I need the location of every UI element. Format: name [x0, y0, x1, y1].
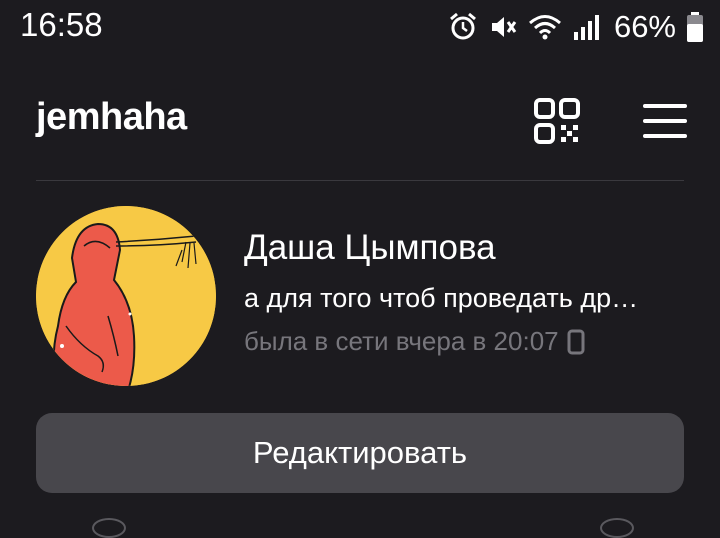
last-seen-text: была в сети вчера в 20:07	[244, 326, 559, 356]
phone-icon	[567, 329, 585, 354]
status-icons: 66%	[448, 8, 704, 46]
battery-percent: 66%	[613, 9, 676, 44]
avatar-illustration	[36, 206, 216, 386]
hamburger-menu-icon	[643, 104, 687, 138]
alarm-icon	[449, 12, 476, 40]
signal-icon	[573, 15, 599, 40]
battery-icon	[687, 12, 703, 42]
profile-name: Даша Цымпова	[244, 228, 496, 267]
profile-header: jemhaha	[0, 80, 720, 160]
qr-code-icon	[534, 98, 580, 144]
avatar[interactable]	[36, 206, 216, 386]
status-bar: 16:58 66%	[0, 0, 720, 56]
bottom-tab-icon-right	[600, 518, 634, 538]
mute-icon	[491, 17, 517, 37]
edit-profile-button[interactable]: Редактировать	[36, 413, 684, 493]
menu-button[interactable]	[636, 94, 694, 148]
status-time: 16:58	[20, 6, 103, 43]
last-seen: была в сети вчера в 20:07	[244, 326, 585, 357]
qr-code-button[interactable]	[530, 94, 584, 148]
bottom-tab-icon-left	[92, 518, 126, 538]
wifi-icon	[528, 15, 561, 40]
username: jemhaha	[36, 96, 187, 138]
header-divider	[36, 180, 684, 181]
profile-status-text: а для того чтоб проведать др…	[244, 283, 639, 313]
